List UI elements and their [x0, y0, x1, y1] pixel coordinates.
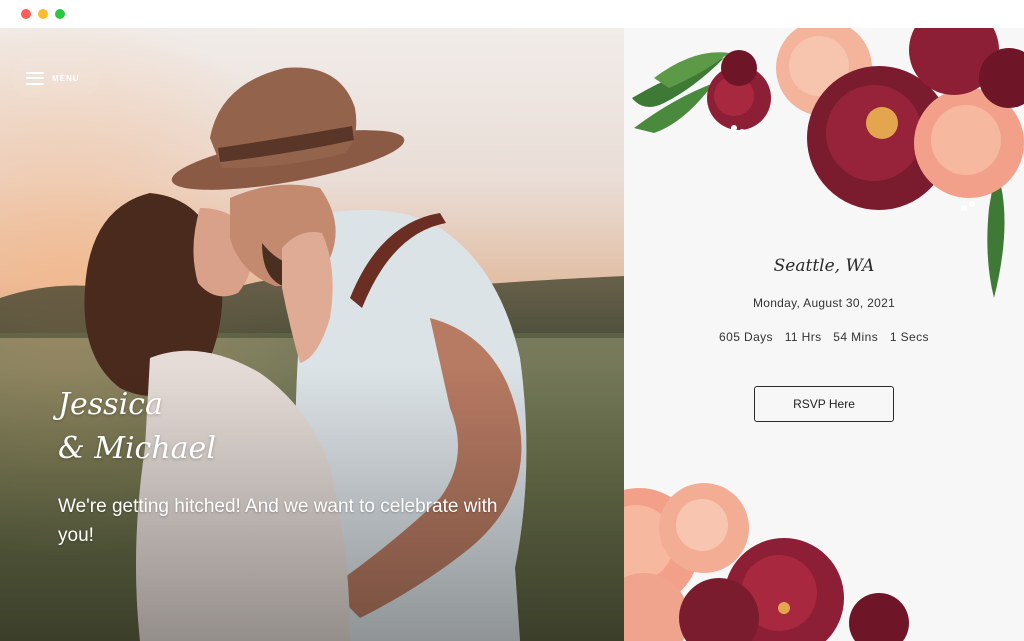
- window-maximize-button[interactable]: [55, 9, 65, 19]
- hamburger-icon: [26, 71, 44, 85]
- event-location: Seattle, WA: [773, 256, 875, 276]
- names-line-1: Jessica: [58, 387, 163, 422]
- tagline-text: We're getting hitched! And we want to ce…: [58, 496, 498, 546]
- hero-section: MENU Jessica & Michael We're getting hit…: [0, 28, 624, 641]
- window-titlebar: [0, 0, 1024, 28]
- countdown-minutes: 54 Mins: [833, 330, 879, 344]
- names-line-2: & Michael: [58, 431, 216, 466]
- rsvp-button[interactable]: RSVP Here: [754, 386, 894, 422]
- window-minimize-button[interactable]: [38, 9, 48, 19]
- countdown-days: 605 Days: [719, 330, 773, 344]
- event-date: Monday, August 30, 2021: [752, 296, 896, 310]
- menu-label: MENU: [52, 73, 80, 83]
- menu-button[interactable]: MENU: [12, 58, 100, 98]
- invitation-panel: Seattle, WA Monday, August 30, 2021 605 …: [624, 28, 1024, 641]
- countdown-seconds: 1 Secs: [889, 330, 929, 344]
- countdown-timer: 605 Days 11 Hrs 54 Mins 1 Secs: [624, 330, 1024, 344]
- couple-names: Jessica & Michael: [58, 383, 216, 471]
- window-close-button[interactable]: [21, 9, 31, 19]
- countdown-hours: 11 Hrs: [784, 330, 822, 344]
